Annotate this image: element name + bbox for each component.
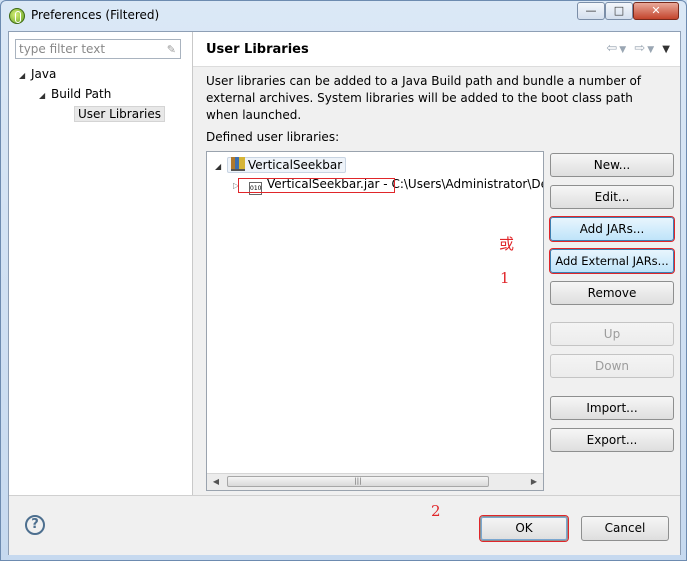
annotation-step-2: 2	[431, 502, 441, 520]
user-libraries-tree[interactable]: ◢ VerticalSeekbar ▷ 010 VerticalSeekbar.jar…	[206, 151, 544, 491]
clear-filter-icon[interactable]: ✎	[167, 43, 176, 56]
library-name: VerticalSeekbar	[248, 158, 343, 172]
tree-item-build-path[interactable]: ◢ Build Path	[39, 85, 111, 103]
window-title: Preferences (Filtered)	[31, 8, 160, 22]
preferences-window: Preferences (Filtered) — □ ✕ ✎ ◢Java ◢Bu…	[0, 0, 687, 561]
filter-field[interactable]: ✎	[15, 39, 181, 59]
back-arrow-icon[interactable]: ⇦	[606, 41, 619, 56]
filter-input[interactable]	[19, 41, 159, 57]
user-libraries-page: User Libraries ⇦▼ ⇨▼ ▼ User libraries ca…	[193, 32, 680, 495]
back-menu-icon[interactable]: ▼	[619, 45, 628, 55]
remove-button[interactable]: Remove	[550, 281, 674, 305]
scroll-thumb[interactable]: |||	[227, 476, 489, 487]
tree-item-label: Java	[31, 67, 57, 81]
export-button[interactable]: Export...	[550, 428, 674, 452]
page-header: User Libraries ⇦▼ ⇨▼ ▼	[193, 32, 680, 67]
history-nav: ⇦▼ ⇨▼ ▼	[606, 41, 672, 56]
page-title: User Libraries	[206, 42, 309, 57]
horizontal-scrollbar[interactable]: ◀ ||| ▶	[207, 473, 543, 490]
annotation-highlight-jar	[238, 178, 395, 193]
tree-item-java[interactable]: ◢ Java	[19, 65, 56, 83]
ok-button[interactable]: OK	[480, 516, 568, 541]
annotation-or: 或	[499, 235, 515, 253]
library-label-box: VerticalSeekbar	[227, 157, 347, 173]
down-button[interactable]: Down	[550, 354, 674, 378]
page-description: User libraries can be added to a Java Bu…	[206, 74, 642, 122]
eclipse-icon	[9, 8, 25, 24]
tree-item-user-libraries[interactable]: User Libraries	[74, 105, 165, 123]
defined-libraries-label: Defined user libraries:	[206, 130, 340, 144]
cancel-button[interactable]: Cancel	[581, 516, 669, 541]
import-button[interactable]: Import...	[550, 396, 674, 420]
add-jars-button[interactable]: Add JARs...	[550, 217, 674, 241]
library-icon	[231, 157, 245, 171]
close-button[interactable]: ✕	[633, 2, 679, 20]
library-node[interactable]: ◢ VerticalSeekbar	[215, 156, 347, 176]
forward-arrow-icon[interactable]: ⇨	[634, 41, 647, 56]
dialog-body: ✎ ◢Java ◢Build Path User Libraries User …	[8, 31, 681, 555]
expand-arrow-icon[interactable]: ◢	[215, 158, 227, 176]
scroll-left-icon[interactable]: ◀	[209, 475, 223, 489]
tree-item-label: User Libraries	[74, 106, 165, 122]
new-button[interactable]: New...	[550, 153, 674, 177]
annotation-step-1: 1	[500, 269, 510, 287]
title-bar[interactable]: Preferences (Filtered) — □ ✕	[1, 1, 686, 31]
maximize-icon: □	[613, 4, 625, 17]
minimize-icon: —	[585, 4, 597, 17]
expand-arrow-icon[interactable]: ◢	[39, 87, 51, 105]
tree-item-label: Build Path	[51, 87, 112, 101]
close-icon: ✕	[651, 4, 661, 17]
up-button[interactable]: Up	[550, 322, 674, 346]
maximize-button[interactable]: □	[605, 2, 633, 20]
help-icon[interactable]: ?	[25, 515, 45, 535]
dialog-button-bar: ? 2 OK Cancel	[9, 495, 680, 555]
minimize-button[interactable]: —	[577, 2, 605, 20]
expand-arrow-icon[interactable]: ◢	[19, 67, 31, 85]
forward-menu-icon[interactable]: ▼	[647, 45, 656, 55]
preference-tree-pane: ✎ ◢Java ◢Build Path User Libraries	[9, 32, 193, 495]
view-menu-icon[interactable]: ▼	[662, 44, 672, 55]
add-external-jars-button[interactable]: Add External JARs...	[550, 249, 674, 273]
scroll-right-icon[interactable]: ▶	[527, 475, 541, 489]
edit-button[interactable]: Edit...	[550, 185, 674, 209]
